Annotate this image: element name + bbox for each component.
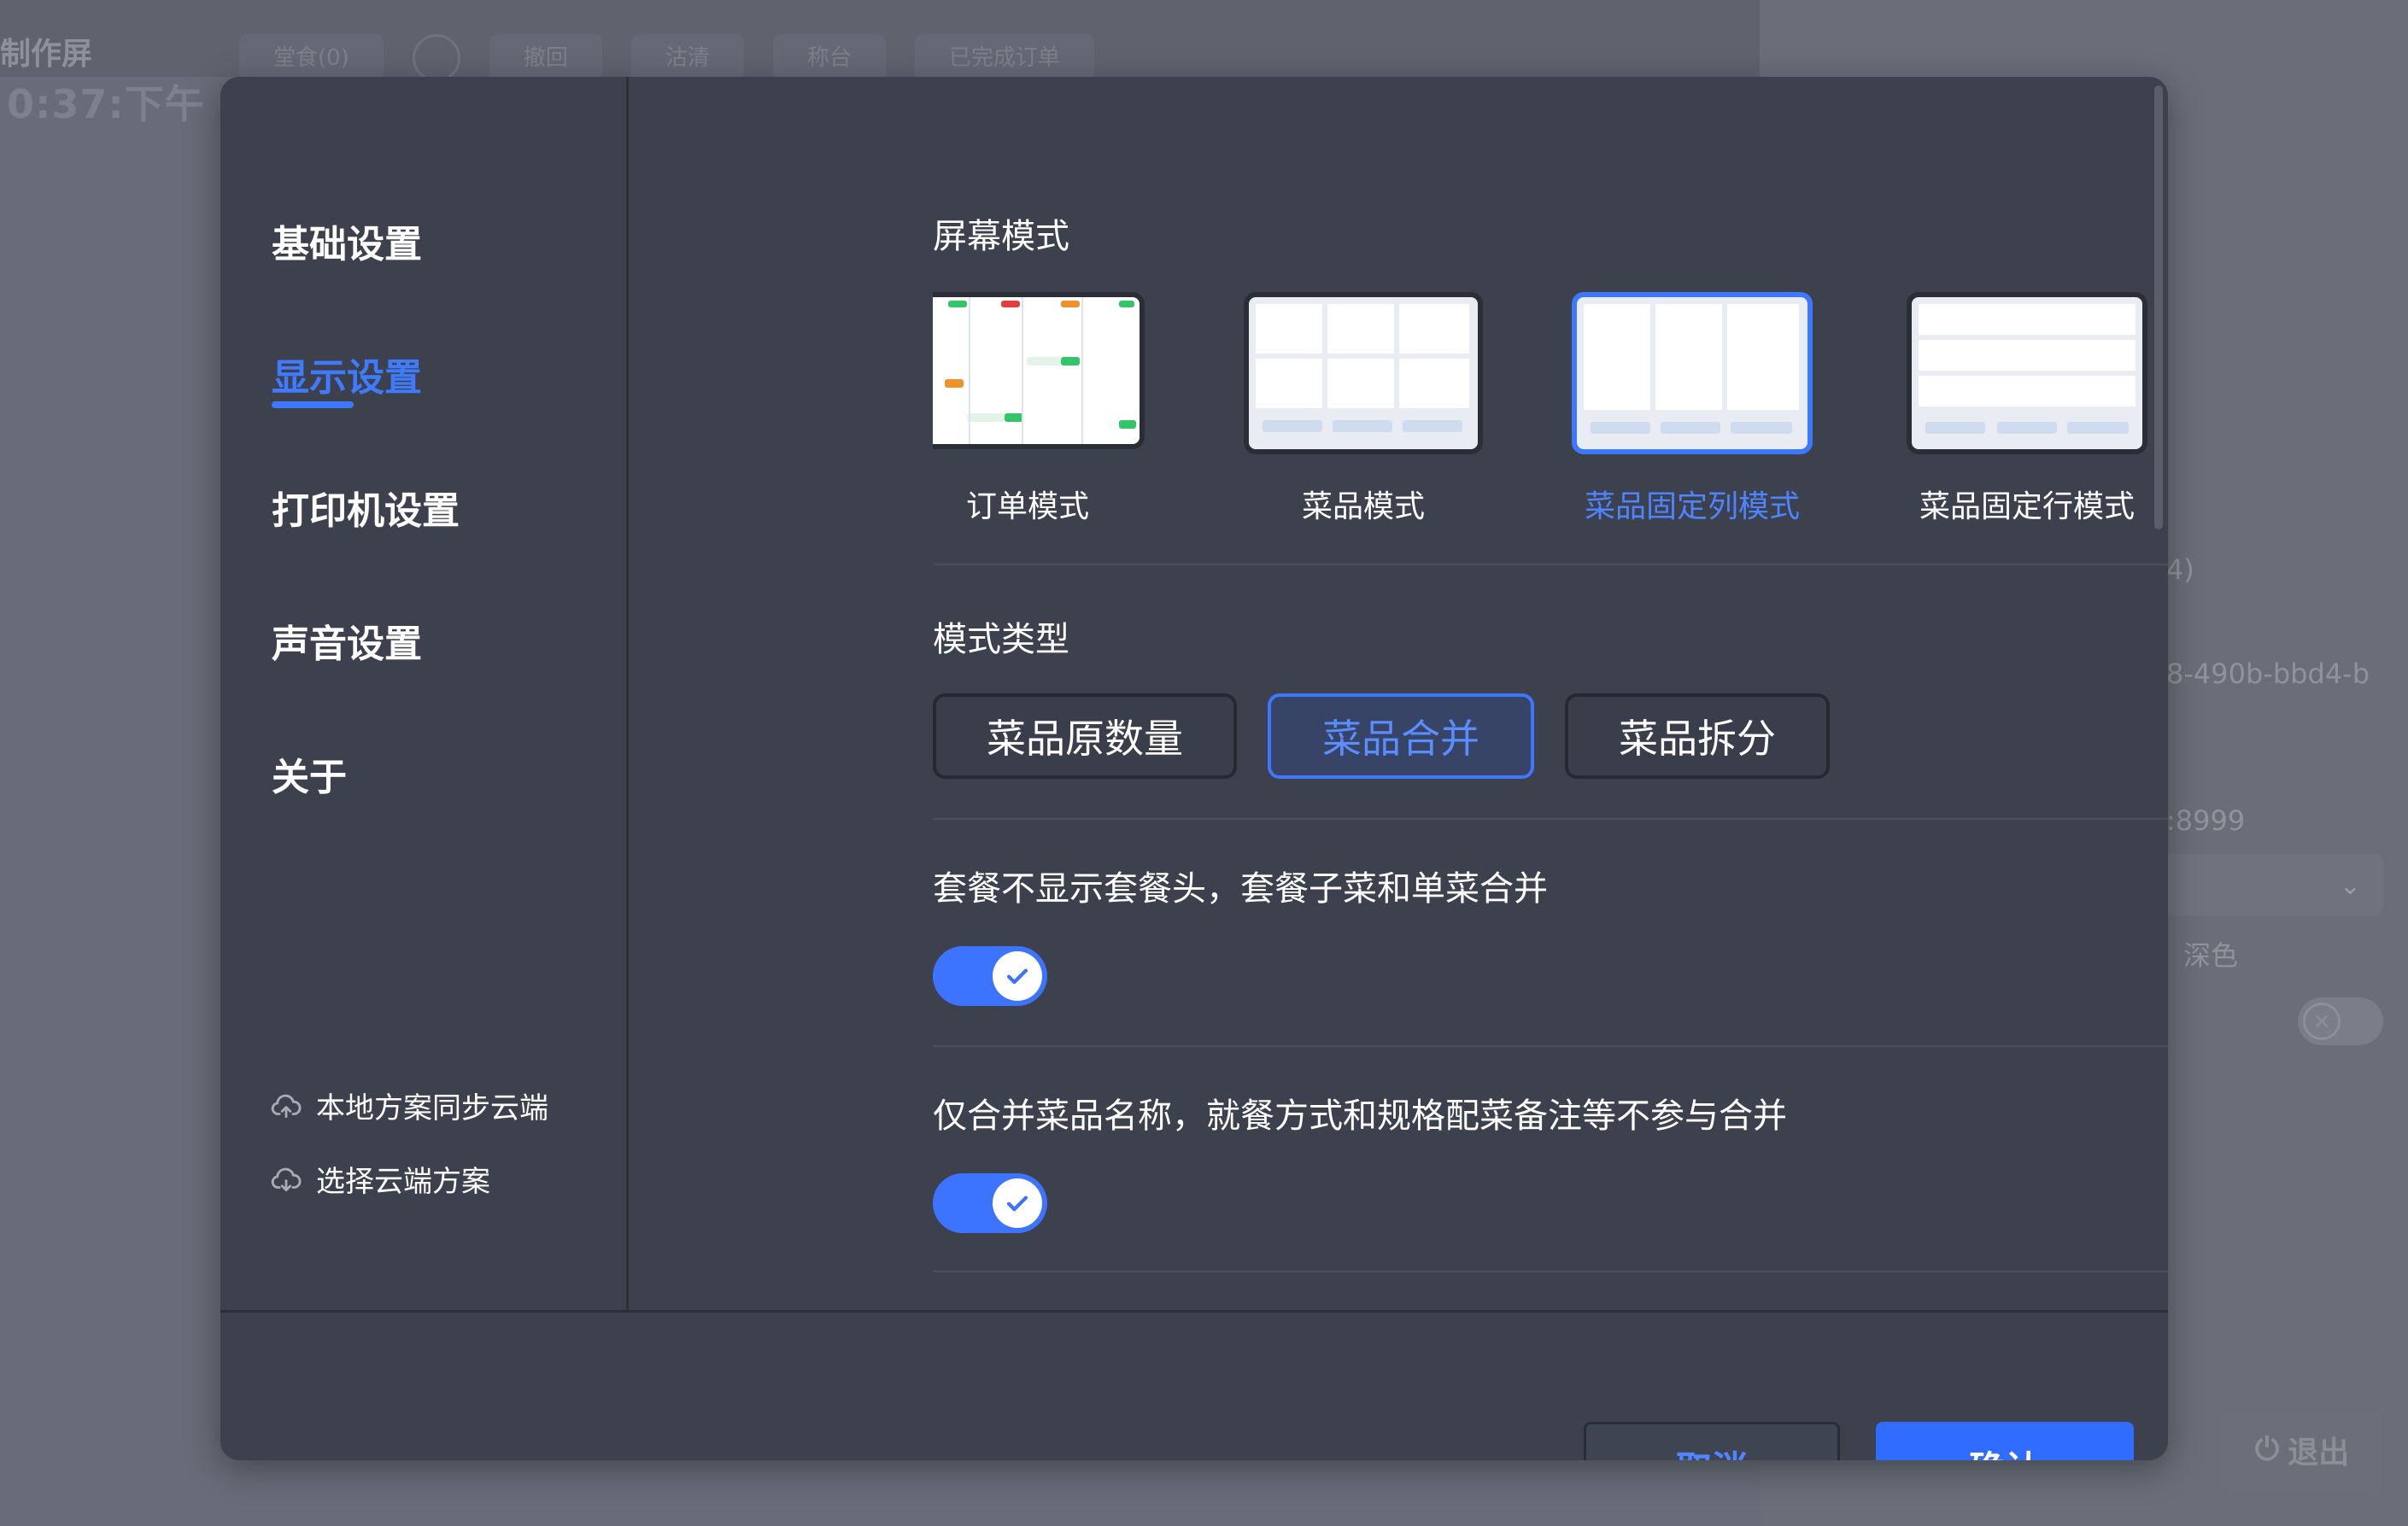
divider	[933, 1271, 2168, 1272]
check-icon	[1006, 968, 1028, 985]
sidebar-item-about[interactable]: 关于	[272, 746, 347, 801]
cloud-upload-icon	[271, 1094, 302, 1118]
settings-dialog: 基础设置 显示设置 打印机设置 声音设置 关于 本地方案同步云端 选择云端方案 …	[220, 77, 2168, 1460]
background-text-theme: 深色	[2183, 939, 2239, 972]
screen-mode-title: 屏幕模式	[933, 217, 1069, 256]
option-combo-merge-label: 套餐不显示套餐头，套餐子菜和单菜合并	[933, 869, 1548, 909]
power-icon: ⏻	[2254, 1432, 2280, 1467]
confirm-button[interactable]: 确认	[1876, 1422, 2134, 1460]
screen-mode-order-label: 订单模式	[965, 489, 1089, 524]
order-mode-thumbnail	[933, 292, 1145, 449]
background-toolbar-dine-in: 堂食(0)	[239, 34, 384, 82]
background-toolbar-completed: 已完成订单	[914, 34, 1094, 82]
mode-type-original-quantity[interactable]: 菜品原数量	[933, 693, 1237, 779]
option-name-only-merge-label: 仅合并菜品名称，就餐方式和规格配菜备注等不参与合并	[933, 1096, 1787, 1136]
check-icon	[1006, 1196, 1028, 1212]
choose-cloud-label: 选择云端方案	[316, 1165, 490, 1199]
background-search-icon	[412, 34, 460, 82]
chevron-down-icon: ⌄	[2339, 871, 2361, 901]
sidebar-item-display[interactable]: 显示设置	[272, 347, 422, 401]
divider	[933, 564, 2168, 565]
background-toggle: ×	[2298, 997, 2383, 1045]
close-icon: ×	[2303, 1003, 2341, 1040]
screen-mode-dish-label: 菜品模式	[1301, 489, 1425, 524]
screen-mode-order[interactable]: 订单模式	[933, 292, 1146, 524]
divider	[933, 1045, 2168, 1047]
mode-type-merge[interactable]: 菜品合并	[1268, 693, 1534, 779]
fixed-row-mode-thumbnail	[1907, 292, 2147, 454]
content-scrollbar[interactable]	[2154, 85, 2163, 529]
toggle-knob	[993, 1178, 1042, 1228]
settings-sidebar: 基础设置 显示设置 打印机设置 声音设置 关于 本地方案同步云端 选择云端方案	[220, 77, 629, 1310]
screen-mode-options: 订单模式 菜品模式 菜品固定列模式 菜品固定行模式	[933, 292, 2168, 548]
background-toolbar-soldout: 沽清	[630, 34, 744, 82]
background-exit-label: 退出	[2288, 1435, 2350, 1470]
mode-type-split[interactable]: 菜品拆分	[1565, 693, 1830, 779]
screen-mode-dish[interactable]: 菜品模式	[1244, 292, 1483, 524]
sidebar-item-basic[interactable]: 基础设置	[272, 213, 422, 268]
background-exit-button: ⏻ 退出	[2221, 1409, 2383, 1491]
cloud-download-icon	[271, 1167, 302, 1191]
background-toolbar-scale: 称台	[772, 34, 886, 82]
option-combo-merge-toggle[interactable]	[933, 946, 1047, 1006]
dish-mode-thumbnail	[1244, 292, 1483, 454]
choose-cloud-plan-link[interactable]: 选择云端方案	[270, 1158, 490, 1200]
screen-mode-fixed-column-label: 菜品固定列模式	[1584, 489, 1800, 524]
cancel-button[interactable]: 取消	[1584, 1422, 1840, 1460]
screen-mode-fixed-row[interactable]: 菜品固定行模式	[1907, 292, 2147, 524]
active-tab-indicator	[272, 401, 354, 408]
background-select: ⌄	[2153, 854, 2383, 915]
toggle-knob	[993, 951, 1042, 1001]
background-toolbar-undo: 撤回	[489, 34, 602, 82]
fixed-column-mode-thumbnail	[1572, 292, 1813, 454]
dialog-footer: 取消 确认	[220, 1310, 2168, 1460]
mode-type-title: 模式类型	[933, 620, 1069, 659]
background-toolbar: 堂食(0) 撤回 沽清 称台 已完成订单	[239, 34, 1094, 82]
screen-mode-fixed-row-label: 菜品固定行模式	[1919, 489, 2135, 524]
screen-mode-fixed-column[interactable]: 菜品固定列模式	[1572, 292, 1813, 524]
display-settings-content: 屏幕模式 订单模式 菜品模式 菜品固定列模式 菜品固定行模式 模式类型 菜品原数…	[712, 77, 2168, 1310]
option-name-only-merge-toggle[interactable]	[933, 1173, 1047, 1233]
background-text-id: 8-490b-bbd4-b	[2166, 658, 2370, 690]
background-text-a: 4)	[2166, 553, 2194, 586]
background-clock: 0:37:下午	[7, 81, 205, 127]
background-text-port: :8999	[2166, 804, 2246, 837]
sidebar-item-printer[interactable]: 打印机设置	[272, 480, 460, 535]
sidebar-item-sound[interactable]: 声音设置	[272, 613, 422, 668]
sync-local-label: 本地方案同步云端	[316, 1091, 548, 1125]
sync-local-to-cloud-link[interactable]: 本地方案同步云端	[270, 1085, 548, 1126]
background-screen-title: 制作屏	[0, 37, 93, 72]
divider	[933, 818, 2168, 820]
